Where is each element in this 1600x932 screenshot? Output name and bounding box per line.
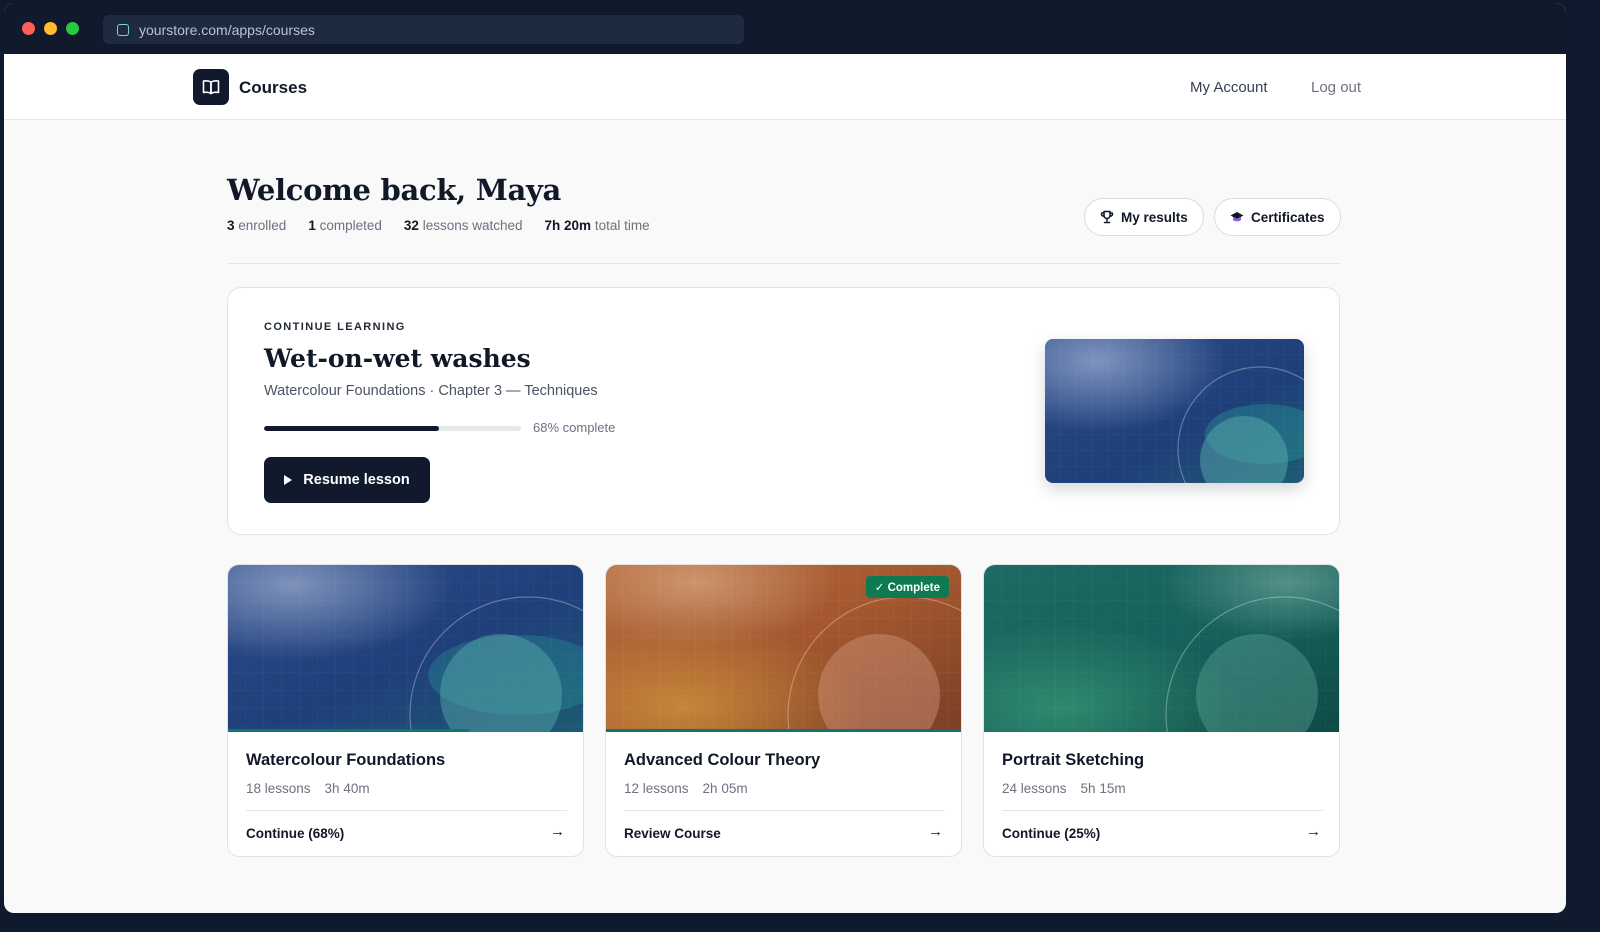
course-lessons: 18 lessons: [246, 781, 311, 796]
browser-window: yourstore.com/apps/courses Courses My Ac…: [4, 3, 1566, 913]
course-meta: 12 lessons 2h 05m: [624, 781, 762, 796]
course-duration: 2h 05m: [702, 781, 748, 796]
lesson-progress-fill: [264, 426, 439, 431]
resume-lesson-button[interactable]: Resume lesson: [264, 457, 430, 503]
course-duration: 3h 40m: [324, 781, 370, 796]
my-account-link[interactable]: My Account: [1190, 79, 1268, 96]
maximize-window-button[interactable]: [66, 22, 79, 35]
card-divider: [624, 810, 945, 811]
address-bar[interactable]: yourstore.com/apps/courses: [103, 15, 744, 44]
course-thumbnail: [228, 565, 583, 834]
course-meta: 18 lessons 3h 40m: [246, 781, 384, 796]
course-title: Portrait Sketching: [1002, 751, 1145, 769]
certificates-button[interactable]: Certificates: [1214, 198, 1341, 236]
course-progress-bar: [228, 729, 470, 732]
graduation-cap-icon: [1230, 212, 1244, 222]
log-out-link[interactable]: Log out: [1311, 79, 1361, 96]
url-text: yourstore.com/apps/courses: [139, 21, 315, 38]
course-action-link[interactable]: Continue (25%): [1002, 826, 1100, 841]
minimize-window-button[interactable]: [44, 22, 57, 35]
course-card-portrait-sketching[interactable]: Portrait Sketching 24 lessons 5h 15m Con…: [983, 564, 1340, 857]
course-title: Watercolour Foundations: [246, 751, 446, 769]
continue-learning-eyebrow: CONTINUE LEARNING: [264, 321, 406, 333]
resume-lesson-label: Resume lesson: [303, 472, 410, 488]
arrow-right-icon[interactable]: →: [1306, 823, 1321, 840]
stat-lessons-watched: 32 lessons watched: [403, 218, 523, 233]
lesson-subtitle: Watercolour Foundations · Chapter 3 — Te…: [264, 383, 598, 399]
lesson-title[interactable]: Wet-on-wet washes: [264, 344, 531, 373]
stats-row: 3 enrolled 1 completed 32 lessons watche…: [227, 218, 672, 233]
card-divider: [1002, 810, 1323, 811]
course-meta: 24 lessons 5h 15m: [1002, 781, 1140, 796]
course-title: Advanced Colour Theory: [624, 751, 821, 769]
my-results-button[interactable]: My results: [1084, 198, 1204, 236]
my-results-label: My results: [1121, 209, 1188, 225]
arrow-right-icon[interactable]: →: [550, 823, 565, 840]
section-divider: [227, 263, 1340, 264]
stat-enrolled: 3 enrolled: [227, 218, 287, 233]
brand-title[interactable]: Courses: [239, 78, 307, 98]
browser-titlebar: yourstore.com/apps/courses: [4, 3, 1566, 54]
trophy-icon: [1100, 210, 1114, 224]
course-duration: 5h 15m: [1080, 781, 1126, 796]
book-icon[interactable]: [193, 69, 229, 105]
course-action-link[interactable]: Review Course: [624, 826, 721, 841]
course-progress-bar: [606, 729, 961, 732]
card-divider: [246, 810, 567, 811]
stat-completed: 1 completed: [308, 218, 382, 233]
app-navbar: Courses My Account Log out: [4, 54, 1566, 120]
course-card-watercolour-foundations[interactable]: Watercolour Foundations 18 lessons 3h 40…: [227, 564, 584, 857]
course-lessons: 12 lessons: [624, 781, 689, 796]
course-lessons: 24 lessons: [1002, 781, 1067, 796]
lesson-thumbnail[interactable]: [1045, 339, 1304, 483]
certificates-label: Certificates: [1251, 209, 1325, 225]
page-title: Welcome back, Maya: [227, 173, 562, 207]
lesson-progress-bar: [264, 426, 521, 431]
lesson-progress-label: 68% complete: [533, 420, 616, 435]
complete-badge: ✓ Complete: [865, 576, 949, 598]
site-info-icon: [117, 23, 129, 36]
arrow-right-icon[interactable]: →: [928, 823, 943, 840]
course-thumbnail: [984, 565, 1339, 834]
close-window-button[interactable]: [22, 22, 35, 35]
play-icon: [284, 475, 293, 485]
stat-total-time: 7h 20m total time: [544, 218, 650, 233]
course-card-advanced-colour-theory[interactable]: ✓ Complete Advanced Colour Theory 12 les…: [605, 564, 962, 857]
continue-learning-card: CONTINUE LEARNING Wet-on-wet washes Wate…: [227, 287, 1340, 535]
course-action-link[interactable]: Continue (68%): [246, 826, 344, 841]
